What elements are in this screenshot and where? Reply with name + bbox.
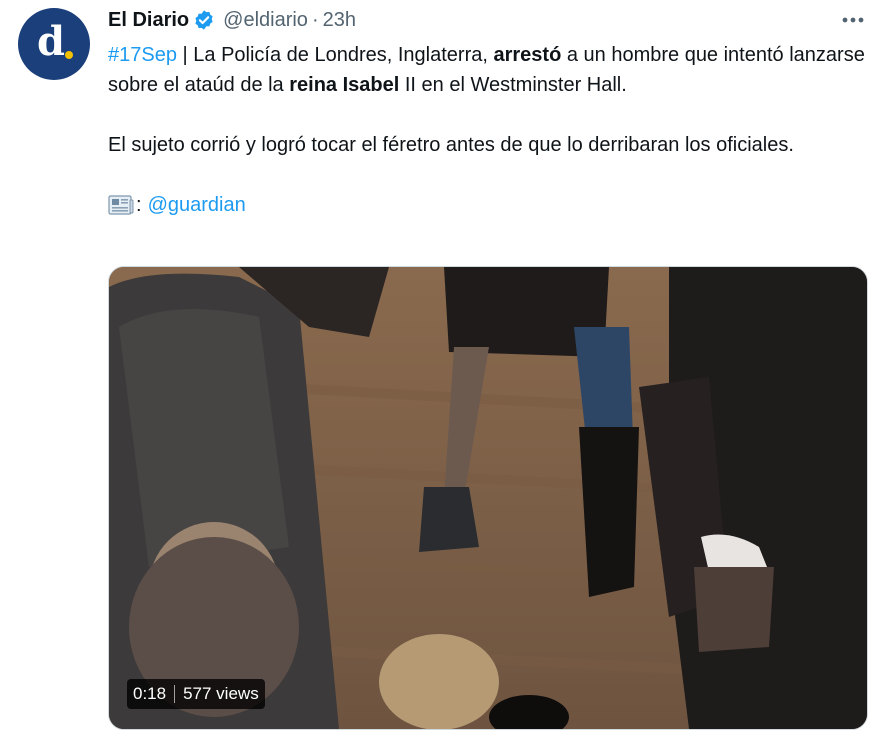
video-frame [109, 267, 867, 729]
avatar[interactable]: d [18, 8, 90, 80]
video-stats: 0:18 577 views [127, 679, 265, 709]
verified-badge-icon [193, 9, 215, 31]
author-name[interactable]: El Diario [108, 9, 189, 32]
separator-dot: · [311, 8, 319, 31]
source-prefix: : [136, 194, 142, 216]
timestamp[interactable]: 23h [323, 9, 356, 32]
tweet-source-line: : @guardian [108, 190, 868, 220]
source-mention-link[interactable]: @guardian [148, 190, 246, 220]
tweet-header: El Diario @eldiario · 23h [108, 7, 356, 33]
video-duration: 0:18 [133, 684, 167, 703]
video-player[interactable]: 0:18 577 views [108, 266, 868, 730]
text-segment: | La Policía de Londres, Inglaterra, [176, 44, 494, 66]
bold-segment: reina Isabel [289, 74, 400, 96]
avatar-letter: d [37, 18, 65, 65]
text-segment: II en el Westminster Hall. [399, 74, 627, 96]
hashtag-link[interactable]: #17Sep [108, 44, 177, 66]
more-icon[interactable] [838, 8, 868, 32]
video-views: 577 views [183, 684, 259, 703]
avatar-dot [65, 51, 73, 59]
tweet-text: #17Sep | La Policía de Londres, Inglater… [108, 40, 868, 220]
tweet-paragraph-1: #17Sep | La Policía de Londres, Inglater… [108, 40, 868, 100]
stats-divider [174, 685, 176, 703]
bold-segment: arrestó [493, 44, 562, 66]
author-handle[interactable]: @eldiario [223, 9, 308, 32]
tweet-paragraph-2: El sujeto corrió y logró tocar el féretr… [108, 134, 794, 156]
newspaper-icon [108, 194, 134, 216]
